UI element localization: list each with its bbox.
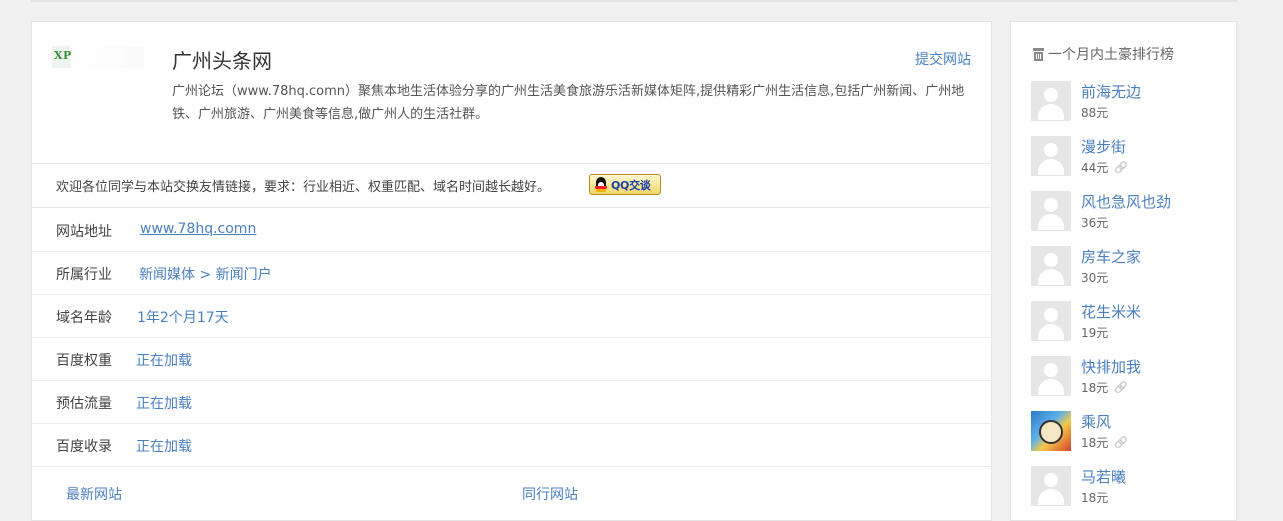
site-detail-card: XP 广州头条网 提交网站 广州论坛（www.78hq.comn）聚焦本地生活体… (31, 21, 992, 521)
rank-amount-row: 36元 (1081, 214, 1108, 231)
site-title: 广州头条网 (172, 49, 272, 73)
rank-amount-row: 19元 (1081, 324, 1108, 341)
industry-category-link[interactable]: 新闻媒体 (139, 267, 195, 283)
info-label-baidu-index: 百度收录 (56, 439, 112, 455)
info-label-baidu-weight: 百度权重 (56, 353, 112, 369)
rich-ranking-card: 一个月内土豪排行榜 前海无边 88元漫步街 44元 🔗 风也急风也劲 36元房车之家 30元… (1010, 21, 1237, 521)
info-label-url: 网站地址 (56, 224, 112, 240)
rank-user-name[interactable]: 前海无边 (1081, 81, 1141, 102)
rank-amount: 88元 (1081, 106, 1109, 120)
qq-penguin-icon (594, 177, 608, 192)
rank-amount: 18元 (1081, 436, 1109, 450)
rank-amount-row: 18元 🔗 (1081, 434, 1128, 451)
industry-subcategory-link[interactable]: 新闻门户 (216, 267, 272, 283)
info-row-url: 网站地址 www.78hq.comn (32, 208, 991, 252)
rank-amount-row: 18元 🔗 (1081, 379, 1128, 396)
rank-amount-row: 88元 (1081, 104, 1108, 121)
baidu-weight-value: 正在加载 (136, 353, 192, 369)
rank-amount: 30元 (1081, 271, 1109, 285)
qq-chat-button[interactable]: QQ交谈 (589, 174, 661, 195)
link-icon[interactable]: 🔗 (1114, 161, 1128, 174)
link-icon[interactable]: 🔗 (1114, 436, 1128, 449)
list-item[interactable]: 乘风 18元 🔗 (1031, 411, 1231, 453)
rank-amount: 44元 (1081, 161, 1109, 175)
thumbnail-text: XP (54, 49, 72, 62)
rank-user-name[interactable]: 乘风 (1081, 411, 1111, 432)
list-item[interactable]: 风也急风也劲 36元 (1031, 191, 1231, 233)
list-item[interactable]: 快排加我 18元 🔗 (1031, 356, 1231, 398)
info-label-traffic: 预估流量 (56, 396, 112, 412)
user-avatar-icon[interactable] (1031, 136, 1071, 176)
list-item[interactable]: 花生米米 19元 (1031, 301, 1231, 343)
rank-user-name[interactable]: 快排加我 (1081, 356, 1141, 377)
rank-amount-row: 18元 (1081, 489, 1108, 506)
info-row-industry: 所属行业 新闻媒体 > 新闻门户 (32, 251, 991, 295)
traffic-value: 正在加载 (136, 396, 192, 412)
list-item[interactable]: 前海无边 88元 (1031, 81, 1231, 123)
rank-amount: 19元 (1081, 326, 1109, 340)
user-avatar-icon[interactable] (1031, 411, 1071, 451)
rank-amount: 18元 (1081, 381, 1109, 395)
rank-user-name[interactable]: 房车之家 (1081, 246, 1141, 267)
info-label-industry: 所属行业 (56, 267, 112, 283)
list-item[interactable]: 房车之家 30元 (1031, 246, 1231, 288)
rank-user-name[interactable]: 马若曦 (1081, 466, 1126, 487)
info-label-domain-age: 域名年龄 (56, 310, 112, 326)
user-avatar-icon[interactable] (1031, 356, 1071, 396)
rank-amount: 18元 (1081, 491, 1109, 505)
tab-latest-sites[interactable]: 最新网站 (66, 484, 122, 504)
rank-user-name[interactable]: 风也急风也劲 (1081, 191, 1171, 212)
ranking-title: 一个月内土豪排行榜 (1033, 44, 1174, 64)
info-row-traffic: 预估流量 正在加载 (32, 380, 991, 424)
top-divider (31, 0, 1237, 2)
qq-chat-label: QQ交谈 (611, 178, 651, 192)
user-avatar-icon[interactable] (1031, 466, 1071, 506)
breadcrumb-separator: > (199, 267, 212, 283)
domain-age-value: 1年2个月17天 (137, 310, 229, 326)
info-row-baidu-weight: 百度权重 正在加载 (32, 337, 991, 381)
info-row-baidu-index: 百度收录 正在加载 (32, 423, 991, 467)
rank-user-name[interactable]: 花生米米 (1081, 301, 1141, 322)
rank-user-name[interactable]: 漫步街 (1081, 136, 1126, 157)
industry-breadcrumb: 新闻媒体 > 新闻门户 (139, 264, 272, 284)
info-row-domain-age: 域名年龄 1年2个月17天 (32, 294, 991, 338)
trash-icon (1033, 47, 1044, 61)
submit-site-link[interactable]: 提交网站 (915, 49, 971, 69)
ranking-title-text: 一个月内土豪排行榜 (1048, 47, 1174, 63)
rank-amount: 36元 (1081, 216, 1109, 230)
user-avatar-icon[interactable] (1031, 246, 1071, 286)
site-header: XP 广州头条网 提交网站 广州论坛（www.78hq.comn）聚焦本地生活体… (32, 22, 991, 164)
link-icon[interactable]: 🔗 (1114, 381, 1128, 394)
rank-amount-row: 30元 (1081, 269, 1108, 286)
link-exchange-notice: 欢迎各位同学与本站交换友情链接，要求：行业相近、权重匹配、域名时间越长越好。 Q… (32, 163, 991, 208)
site-url-link[interactable]: www.78hq.comn (140, 221, 256, 237)
tab-same-industry-sites[interactable]: 同行网站 (522, 484, 578, 504)
site-thumbnail[interactable]: XP (52, 46, 144, 68)
baidu-index-value: 正在加载 (136, 439, 192, 455)
link-exchange-text: 欢迎各位同学与本站交换友情链接，要求：行业相近、权重匹配、域名时间越长越好。 (56, 180, 551, 195)
list-item[interactable]: 马若曦 18元 (1031, 466, 1231, 508)
list-item[interactable]: 漫步街 44元 🔗 (1031, 136, 1231, 178)
site-description: 广州论坛（www.78hq.comn）聚焦本地生活体验分享的广州生活美食旅游乐活… (172, 84, 965, 122)
user-avatar-icon[interactable] (1031, 301, 1071, 341)
user-avatar-icon[interactable] (1031, 191, 1071, 231)
rank-amount-row: 44元 🔗 (1081, 159, 1128, 176)
user-avatar-icon[interactable] (1031, 81, 1071, 121)
